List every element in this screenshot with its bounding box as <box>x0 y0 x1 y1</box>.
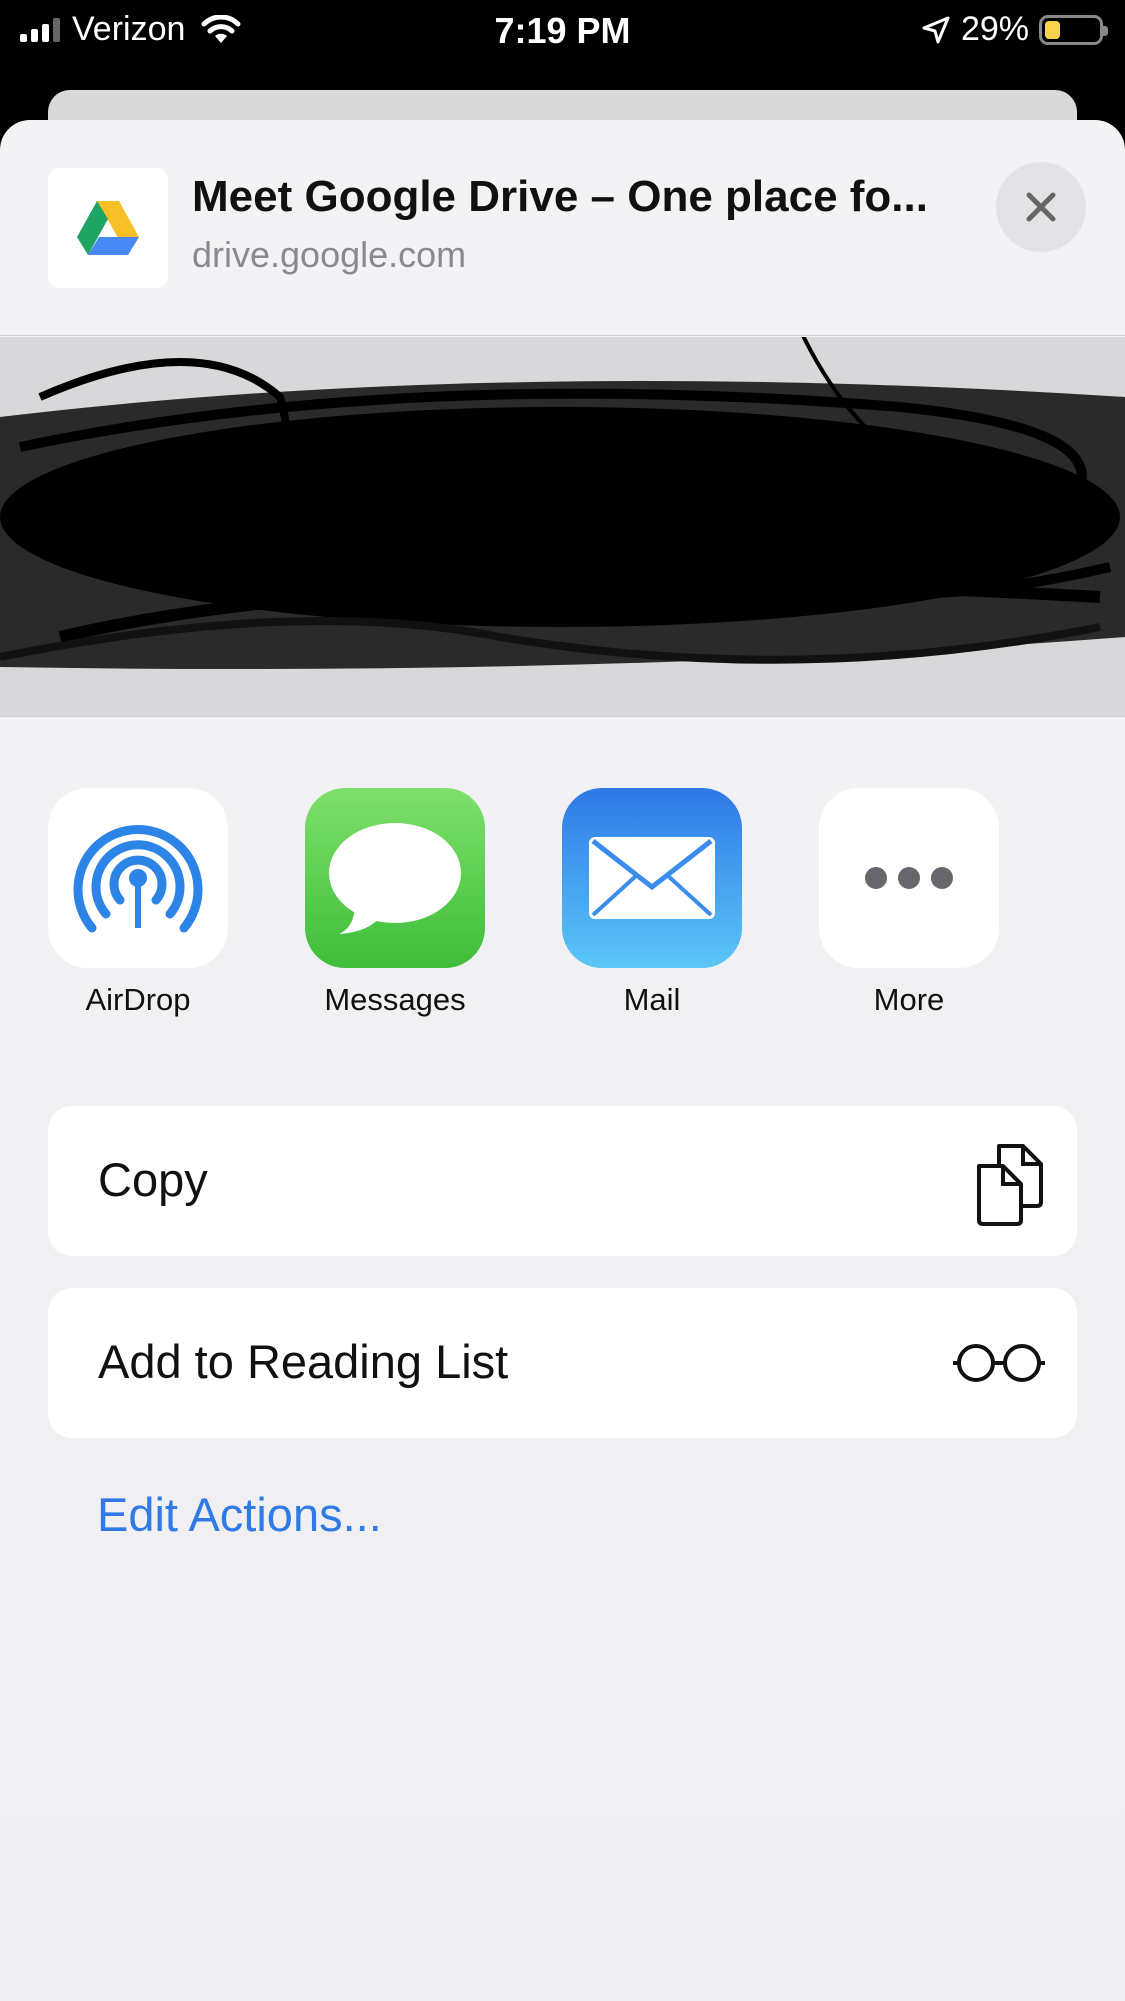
status-bar: Verizon 7:19 PM 29% <box>0 0 1125 62</box>
battery-level <box>1045 20 1061 39</box>
app-label: AirDrop <box>85 982 191 1017</box>
action-copy[interactable]: Copy <box>48 1106 1077 1256</box>
close-icon <box>1026 192 1056 222</box>
airdrop-icon <box>48 788 228 968</box>
app-label: More <box>873 982 945 1017</box>
glasses-icon <box>953 1344 1045 1382</box>
share-app-more[interactable]: More <box>809 788 1009 1018</box>
battery-icon <box>1039 14 1108 45</box>
share-sheet-header: Meet Google Drive – One place fo... driv… <box>0 120 1125 336</box>
location-arrow-icon <box>922 16 950 43</box>
share-app-messages[interactable]: Messages <box>295 788 495 1018</box>
google-drive-logo <box>48 168 168 288</box>
edit-actions-link[interactable]: Edit Actions... <box>97 1487 382 1542</box>
share-app-mail[interactable]: Mail <box>552 788 752 1018</box>
page-title: Meet Google Drive – One place fo... <box>192 172 928 221</box>
status-right: 29% <box>921 10 1108 49</box>
page-url: drive.google.com <box>192 234 467 275</box>
share-app-airdrop[interactable]: AirDrop <box>38 788 238 1018</box>
action-add-to-reading-list[interactable]: Add to Reading List <box>48 1288 1077 1438</box>
share-sheet: Meet Google Drive – One place fo... driv… <box>0 120 1125 2001</box>
google-drive-icon <box>77 201 139 255</box>
messages-icon <box>305 788 485 968</box>
action-label: Add to Reading List <box>98 1335 509 1388</box>
app-label: Messages <box>324 982 466 1017</box>
redaction-scribble <box>0 337 1125 716</box>
mail-icon <box>562 788 742 968</box>
more-icon <box>819 788 999 968</box>
close-button[interactable] <box>996 162 1086 252</box>
share-apps-row: AirDrop Messages Mail More <box>0 788 1125 1048</box>
copy-icon <box>977 1144 1043 1226</box>
link-preview <box>0 337 1125 717</box>
action-label: Copy <box>98 1153 208 1206</box>
battery-percentage: 29% <box>960 10 1029 48</box>
app-label: Mail <box>623 982 681 1017</box>
